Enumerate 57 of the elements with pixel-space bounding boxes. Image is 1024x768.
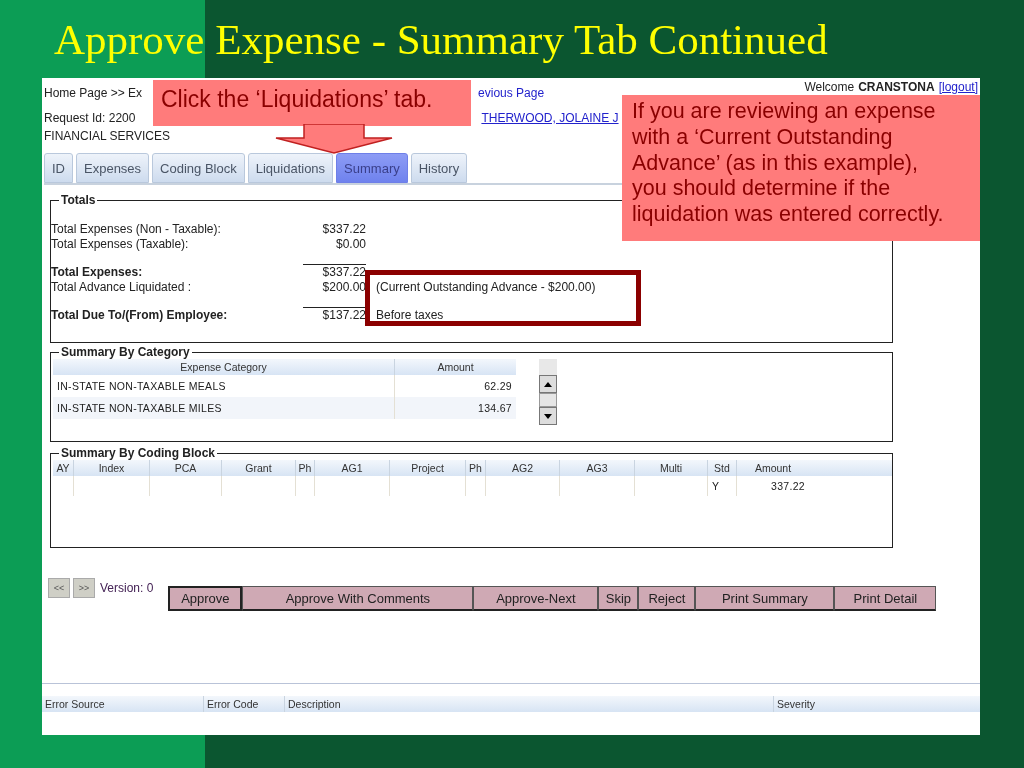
- table-cell: 134.67: [394, 397, 516, 419]
- scroll-thumb[interactable]: [539, 393, 557, 407]
- action-button[interactable]: Approve-Next: [473, 586, 599, 611]
- table-cell-text: IN-STATE NON-TAXABLE MEALS: [56, 379, 227, 394]
- total-amount: $200.00: [321, 279, 366, 294]
- total-amount: $137.22: [303, 307, 366, 322]
- panel-title: Summary By Coding Block: [60, 446, 217, 460]
- total-label: Total Advance Liquidated :: [51, 280, 193, 294]
- previous-version-button[interactable]: <<: [48, 578, 70, 598]
- scroll-down-icon[interactable]: [539, 407, 557, 425]
- action-button[interactable]: Print Detail: [834, 586, 937, 611]
- column-header: AY: [55, 461, 71, 476]
- tab[interactable]: History: [410, 153, 468, 183]
- callout: Click the ‘Liquidations’ tab.: [153, 80, 471, 126]
- total-label: Total Expenses (Taxable):: [51, 237, 190, 251]
- total-label: Total Due To/(From) Employee:: [51, 308, 229, 322]
- column-header: Description: [284, 696, 773, 712]
- action-button[interactable]: Print Summary: [695, 586, 835, 611]
- action-button[interactable]: Skip: [598, 586, 639, 611]
- tab[interactable]: Coding Block: [152, 153, 245, 183]
- column-header: Expense Category: [179, 360, 268, 375]
- total-note: Before taxes: [376, 308, 444, 322]
- logout-link[interactable]: [logout]: [938, 80, 978, 94]
- callout: If you are reviewing an expense with a ‘Current Outstanding Advance’ (as in this example), you should determine if the liquidation was entered correctly.: [622, 95, 980, 241]
- column-header: Error Code: [203, 696, 284, 712]
- column-header: Error Source: [44, 697, 106, 712]
- employee-link[interactable]: THERWOOD, JOLAINE J: [481, 111, 619, 129]
- version-label: Version: 0: [100, 581, 154, 595]
- tab[interactable]: ID: [44, 153, 73, 183]
- next-version-button[interactable]: >>: [73, 578, 95, 598]
- total-amount: $337.22: [303, 264, 366, 279]
- column-header: Severity: [773, 696, 855, 712]
- down-arrow-icon: [274, 124, 394, 154]
- panel-title: Summary By Category: [60, 345, 191, 359]
- action-button[interactable]: Approve: [168, 586, 243, 611]
- previous-page-link[interactable]: evious Page: [478, 86, 545, 104]
- table-cell-text: IN-STATE NON-TAXABLE MILES: [56, 401, 223, 416]
- slide-title: Approve Expense - Summary Tab Continued: [53, 14, 829, 65]
- total-amount: $0.00: [334, 236, 366, 251]
- total-amount: $337.22: [321, 221, 366, 236]
- user-name: CRANSTONA: [858, 80, 935, 94]
- total-note: (Current Outstanding Advance - $200.00): [376, 280, 596, 294]
- scroll-up-icon[interactable]: [539, 375, 557, 393]
- table-cell: 337.22: [736, 476, 809, 496]
- tab[interactable]: Liquidations: [247, 153, 334, 183]
- scrollbar[interactable]: [539, 359, 557, 425]
- action-button[interactable]: Approve With Comments: [242, 586, 474, 611]
- tab[interactable]: Expenses: [76, 153, 150, 183]
- request-id: Request Id: 2200: [44, 111, 136, 127]
- department: FINANCIAL SERVICES: [44, 129, 171, 145]
- action-button[interactable]: Reject: [638, 586, 696, 611]
- total-label: Total Expenses:: [51, 265, 144, 279]
- table-cell: Y: [707, 476, 736, 496]
- panel-title: Totals: [60, 193, 97, 207]
- total-label: Total Expenses (Non - Taxable):: [51, 222, 222, 236]
- welcome-text: Welcome: [804, 80, 855, 94]
- breadcrumb: Home Page >> Ex: [44, 86, 143, 102]
